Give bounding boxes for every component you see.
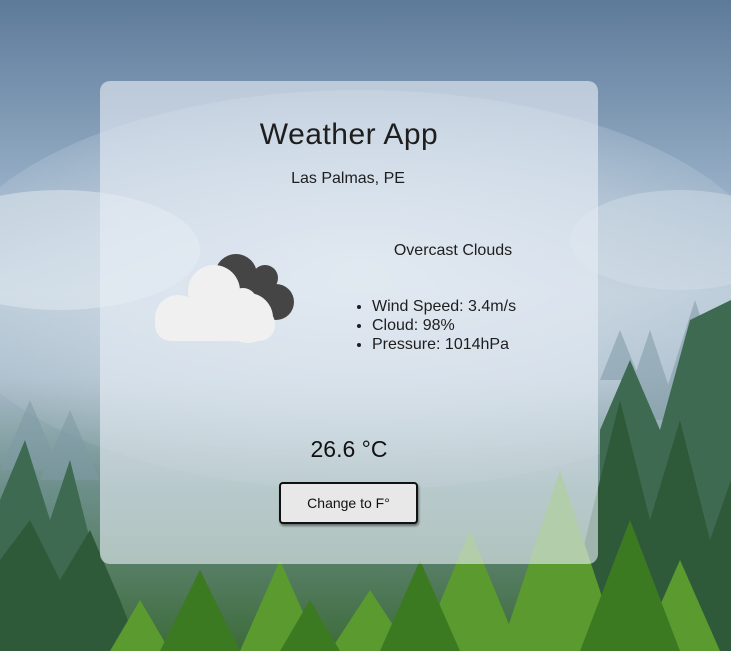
wind-speed-item: Wind Speed: 3.4m/s xyxy=(372,297,516,316)
weather-details-list: Wind Speed: 3.4m/s Cloud: 98% Pressure: … xyxy=(353,297,516,354)
change-unit-button[interactable]: Change to F° xyxy=(279,482,418,524)
overcast-clouds-icon xyxy=(155,254,294,343)
cloud-coverage-item: Cloud: 98% xyxy=(372,316,516,335)
location-label: Las Palmas, PE xyxy=(291,170,405,187)
app-title: Weather App xyxy=(259,118,439,151)
weather-condition-label: Overcast Clouds xyxy=(393,242,513,259)
pressure-item: Pressure: 1014hPa xyxy=(372,335,516,354)
temperature-value: 26.6 °C xyxy=(310,436,388,462)
